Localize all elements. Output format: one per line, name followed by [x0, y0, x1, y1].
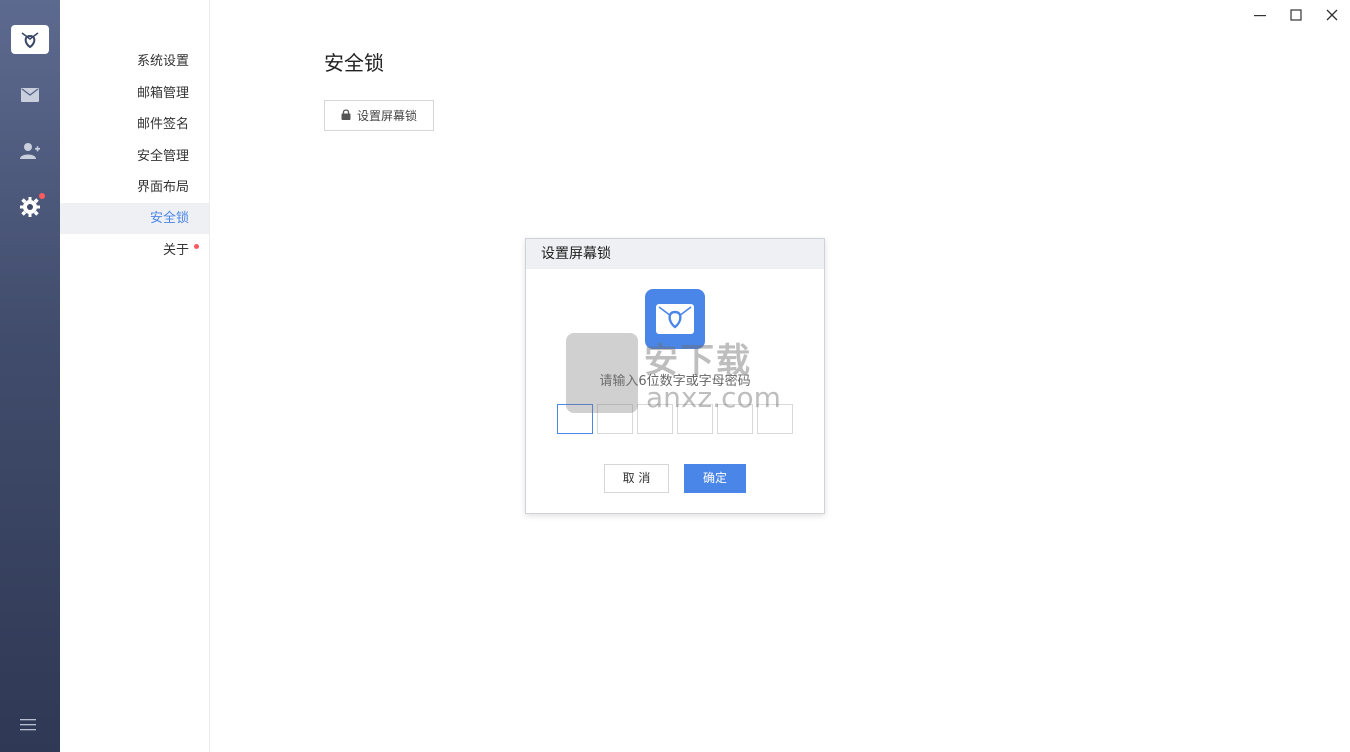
nav-item-about[interactable]: 关于: [60, 235, 209, 266]
mail-icon[interactable]: [18, 83, 42, 107]
settings-icon[interactable]: [18, 195, 42, 219]
nav-item-label: 关于: [162, 243, 189, 258]
pin-input-row: [557, 404, 793, 434]
pin-digit-input[interactable]: [557, 404, 593, 434]
nav-item-label: 邮件签名: [136, 117, 189, 132]
app-logo-icon[interactable]: [11, 25, 49, 54]
nav-item-security-management[interactable]: 安全管理: [60, 141, 209, 172]
close-icon[interactable]: [1323, 6, 1341, 24]
nav-item-label: 邮箱管理: [136, 86, 189, 101]
pin-digit-input[interactable]: [637, 404, 673, 434]
nav-item-mailbox-management[interactable]: 邮箱管理: [60, 78, 209, 109]
pin-digit-input[interactable]: [757, 404, 793, 434]
confirm-button[interactable]: 确定: [684, 464, 746, 493]
nav-item-mail-signature[interactable]: 邮件签名: [60, 109, 209, 140]
app-logo-icon: [645, 289, 705, 349]
maximize-icon[interactable]: [1287, 6, 1305, 24]
nav-item-label: 系统设置: [136, 54, 189, 69]
contacts-icon[interactable]: [18, 139, 42, 163]
page-title: 安全锁: [324, 51, 384, 75]
set-screen-lock-label: 设置屏幕锁: [356, 109, 417, 123]
menu-icon[interactable]: [20, 717, 40, 735]
nav-item-label: 安全管理: [136, 149, 189, 164]
password-prompt: 请输入6位数字或字母密码: [599, 374, 751, 389]
pin-digit-input[interactable]: [677, 404, 713, 434]
settings-nav: 系统设置 邮箱管理 邮件签名 安全管理 界面布局 安全锁 关于: [60, 0, 210, 752]
screen-lock-dialog: 设置屏幕锁 请输入6位数字或字母密码 取 消 确定: [525, 238, 825, 514]
about-badge: [194, 244, 199, 249]
lock-icon: [341, 108, 351, 123]
settings-badge: [39, 193, 45, 199]
left-rail: [0, 0, 60, 752]
nav-item-label: 界面布局: [136, 180, 189, 195]
nav-item-interface-layout[interactable]: 界面布局: [60, 172, 209, 203]
pin-digit-input[interactable]: [597, 404, 633, 434]
nav-item-security-lock[interactable]: 安全锁: [60, 203, 209, 234]
minimize-icon[interactable]: [1251, 6, 1269, 24]
nav-item-label: 安全锁: [149, 211, 189, 226]
dialog-title: 设置屏幕锁: [526, 239, 824, 269]
cancel-button[interactable]: 取 消: [604, 464, 669, 493]
set-screen-lock-button[interactable]: 设置屏幕锁: [324, 100, 434, 131]
nav-item-system-settings[interactable]: 系统设置: [60, 46, 209, 77]
pin-digit-input[interactable]: [717, 404, 753, 434]
app-window: 系统设置 邮箱管理 邮件签名 安全管理 界面布局 安全锁 关于 安全锁 设置屏幕…: [0, 0, 1350, 752]
